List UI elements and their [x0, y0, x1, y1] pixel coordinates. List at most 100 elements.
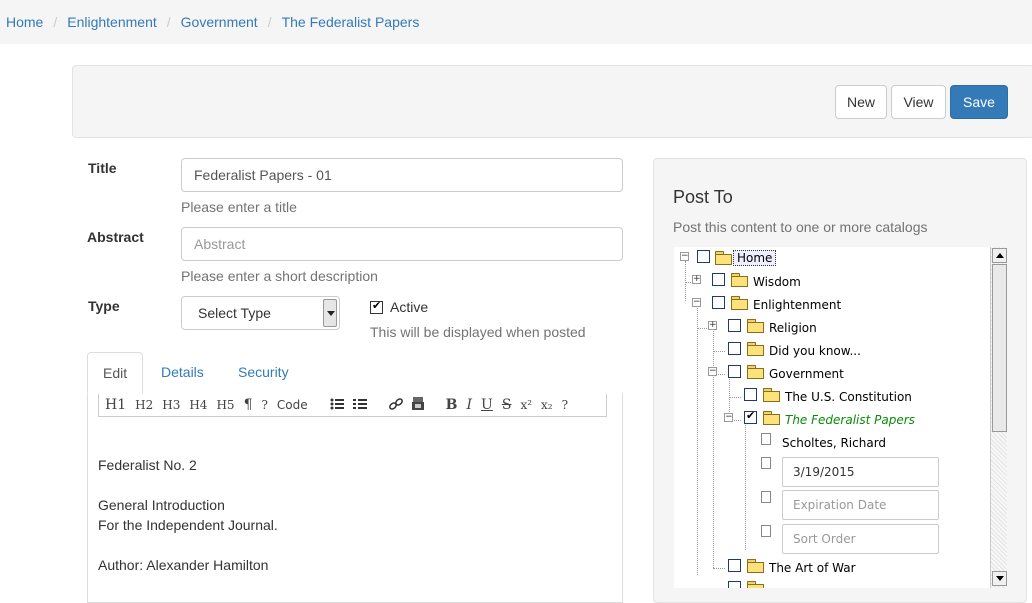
tree-item-religion[interactable]: Religion [769, 321, 817, 335]
tree-item-government[interactable]: Government [769, 367, 844, 381]
breadcrumb-federalist-papers[interactable]: The Federalist Papers [282, 14, 420, 30]
heading5-button[interactable]: H5 [216, 398, 234, 412]
tab-details[interactable]: Details [146, 352, 219, 394]
breadcrumb-separator: / [267, 14, 272, 30]
scroll-down-icon[interactable] [992, 571, 1007, 586]
sort-order-input[interactable] [782, 524, 939, 554]
bullet-list-icon[interactable] [330, 398, 344, 413]
chevron-down-icon[interactable] [323, 299, 337, 327]
action-toolbar: New View Save [72, 65, 1032, 138]
collapse-enlightenment-icon[interactable]: − [692, 298, 701, 307]
tab-edit[interactable]: Edit [87, 352, 143, 394]
heading3-button[interactable]: H3 [162, 398, 180, 412]
paragraph-button[interactable]: ¶ [244, 397, 253, 413]
help-button[interactable]: ? [261, 398, 267, 412]
breadcrumb-separator: / [166, 14, 171, 30]
tree-item-federalist-papers[interactable]: The Federalist Papers [785, 413, 915, 427]
superscript-button[interactable]: x² [520, 398, 532, 412]
editor-line: Author: Alexander Hamilton [98, 557, 269, 573]
numbered-list-icon[interactable] [352, 398, 367, 413]
folder-icon [763, 388, 780, 402]
tree-scrollbar[interactable] [990, 247, 1007, 588]
folder-icon [715, 251, 732, 265]
strikethrough-button[interactable]: S [502, 397, 512, 413]
breadcrumb-separator: / [53, 14, 58, 30]
art-of-war-checkbox[interactable] [728, 559, 741, 572]
collapse-home-icon[interactable]: − [680, 252, 689, 261]
document-icon [761, 525, 771, 537]
link-icon[interactable] [388, 397, 403, 413]
heading2-button[interactable]: H2 [135, 398, 153, 412]
scroll-up-icon[interactable] [992, 248, 1007, 263]
tree-item-home[interactable]: Home [733, 250, 777, 266]
underline-button[interactable]: U [481, 397, 493, 413]
italic-button[interactable]: I [467, 397, 473, 413]
bold-button[interactable]: B [446, 397, 458, 413]
post-to-subtitle: Post this content to one or more catalog… [673, 219, 928, 235]
heading1-button[interactable]: H1 [105, 397, 126, 413]
title-input[interactable] [181, 158, 623, 192]
government-checkbox[interactable] [728, 365, 741, 378]
breadcrumb-enlightenment[interactable]: Enlightenment [67, 14, 157, 30]
editor-line: General Introduction [98, 497, 225, 513]
constitution-checkbox[interactable] [744, 388, 757, 401]
folder-icon [731, 296, 748, 310]
new-button[interactable]: New [835, 85, 887, 119]
active-help-text: This will be displayed when posted [370, 324, 586, 340]
tree-connector [713, 328, 714, 568]
folder-icon [731, 273, 748, 287]
type-select[interactable]: Select Type [181, 296, 340, 330]
tree-connector [697, 305, 698, 575]
folder-icon [747, 319, 764, 333]
editor-line: Federalist No. 2 [98, 457, 197, 473]
type-label: Type [88, 298, 120, 314]
post-to-title: Post To [673, 187, 733, 207]
subscript-button[interactable]: x₂ [541, 398, 553, 412]
type-select-value: Select Type [198, 305, 271, 321]
active-checkbox[interactable] [370, 299, 383, 314]
view-button[interactable]: View [891, 85, 946, 119]
document-icon [761, 433, 771, 445]
collapse-government-icon[interactable]: − [708, 367, 717, 376]
tree-item-constitution[interactable]: The U.S. Constitution [785, 390, 912, 404]
editor-help-button[interactable]: ? [562, 398, 568, 412]
enlightenment-checkbox[interactable] [712, 296, 725, 309]
religion-checkbox[interactable] [728, 319, 741, 332]
code-button[interactable]: Code [277, 398, 308, 412]
tree-item-art-of-war[interactable]: The Art of War [769, 561, 856, 575]
image-icon[interactable] [411, 397, 424, 413]
editor-line: For the Independent Journal. [98, 517, 278, 533]
breadcrumb-home[interactable]: Home [6, 14, 43, 30]
tree-item-wisdom[interactable]: Wisdom [753, 275, 801, 289]
save-button[interactable]: Save [950, 85, 1008, 119]
title-label: Title [88, 160, 117, 176]
tree-connector [729, 397, 741, 398]
abstract-input[interactable] [181, 227, 623, 261]
folder-icon [747, 581, 764, 588]
federalist-checkbox[interactable] [744, 409, 757, 424]
wisdom-checkbox[interactable] [712, 273, 725, 286]
folder-icon [763, 411, 780, 425]
expand-wisdom-icon[interactable]: + [692, 275, 701, 284]
heading4-button[interactable]: H4 [189, 398, 207, 412]
next-item-checkbox[interactable] [728, 581, 741, 588]
scrollbar-thumb[interactable] [992, 264, 1007, 432]
publish-date-input[interactable] [782, 457, 939, 487]
breadcrumb-government[interactable]: Government [181, 14, 258, 30]
expiration-date-input[interactable] [782, 490, 939, 520]
expand-religion-icon[interactable]: + [708, 321, 717, 330]
tree-connector [713, 351, 725, 352]
tree-item-enlightenment[interactable]: Enlightenment [753, 298, 841, 312]
document-icon [761, 491, 771, 503]
did-you-know-checkbox[interactable] [728, 342, 741, 355]
folder-icon [747, 342, 764, 356]
tree-connector [745, 420, 746, 550]
folder-icon [747, 365, 764, 379]
home-checkbox[interactable] [697, 250, 710, 263]
tab-security[interactable]: Security [223, 352, 304, 394]
breadcrumb: Home / Enlightenment / Government / The … [0, 0, 1032, 44]
tree-item-did-you-know[interactable]: Did you know... [769, 344, 861, 358]
collapse-federalist-icon[interactable]: − [724, 413, 733, 422]
active-label: Active [390, 299, 429, 315]
abstract-help-text: Please enter a short description [181, 268, 378, 284]
